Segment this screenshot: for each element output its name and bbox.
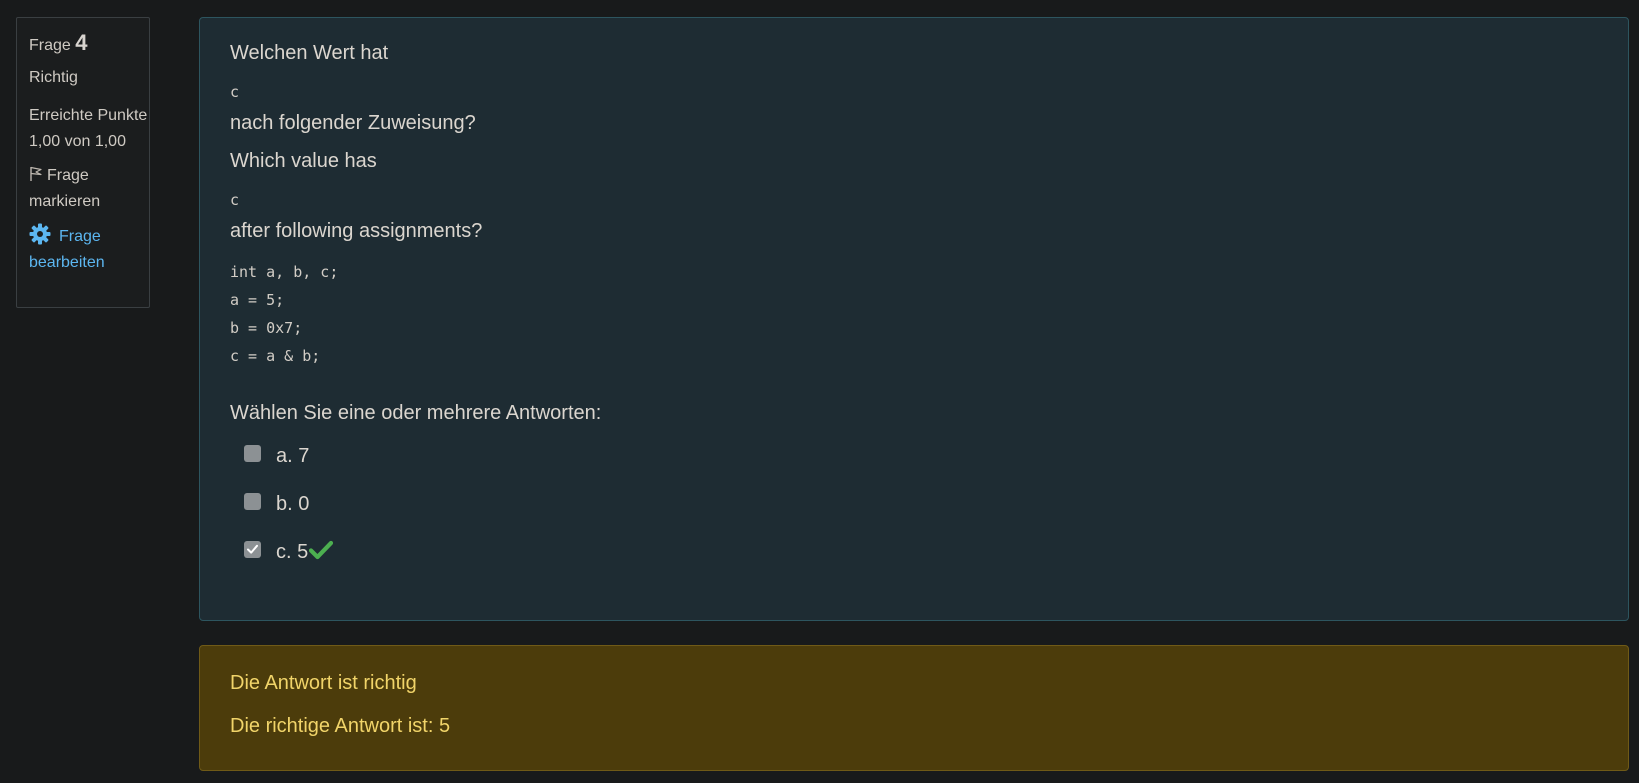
answer-label-c-text: c. 5	[276, 541, 309, 563]
checkbox-c[interactable]	[244, 540, 261, 558]
checkbox-b[interactable]	[244, 492, 261, 510]
code-block: int a, b, c; a = 5; b = 0x7; c = a & b;	[230, 263, 339, 365]
answer-option-a: a. 7	[230, 432, 1598, 480]
right-answer-text: Die richtige Antwort ist: 5	[230, 715, 451, 737]
question-line-3: Which value has	[230, 150, 377, 172]
question-grade: Erreichte Punkte 1,00 von 1,00	[29, 107, 148, 150]
question-line-4: after following assignments?	[230, 220, 483, 242]
answer-block: Wählen Sie eine oder mehrere Antworten: …	[230, 398, 1598, 576]
answer-options: a. 7 b. 0 c. 5	[230, 432, 1598, 576]
question-text: Welchen Wert hat c nach folgender Zuweis…	[230, 38, 1598, 370]
question-line-1: Welchen Wert hat	[230, 42, 389, 64]
feedback-text: Die Antwort ist richtig	[230, 672, 417, 694]
edit-question-link[interactable]: Frage bearbeiten	[29, 223, 149, 276]
check-icon	[309, 540, 334, 560]
question-prefix: Frage	[29, 37, 71, 54]
answer-label-a[interactable]: a. 7	[276, 445, 309, 468]
question-number-value: 4	[75, 30, 88, 55]
question-info-panel: Frage 4 Richtig Erreichte Punkte 1,00 vo…	[16, 17, 150, 308]
question-line-2: nach folgender Zuweisung?	[230, 112, 476, 134]
question-panel: Welchen Wert hat c nach folgender Zuweis…	[199, 17, 1629, 621]
answer-label-c[interactable]: c. 5	[276, 540, 334, 564]
question-variable-1: c	[230, 83, 240, 101]
question-number: Frage 4	[29, 30, 149, 59]
answer-prompt: Wählen Sie eine oder mehrere Antworten:	[230, 402, 602, 424]
feedback-panel: Die Antwort ist richtig Die richtige Ant…	[199, 645, 1629, 771]
gear-icon	[29, 223, 51, 245]
answer-option-b: b. 0	[230, 480, 1598, 528]
checkbox-checkmark-icon	[247, 544, 258, 554]
answer-option-c: c. 5	[230, 528, 1598, 576]
checkbox-a[interactable]	[244, 444, 261, 462]
question-variable-2: c	[230, 191, 240, 209]
question-state: Richtig	[29, 69, 78, 86]
flag-icon	[30, 166, 42, 181]
answer-label-b[interactable]: b. 0	[276, 493, 309, 516]
flag-question-toggle[interactable]: Frage markieren	[29, 163, 149, 215]
